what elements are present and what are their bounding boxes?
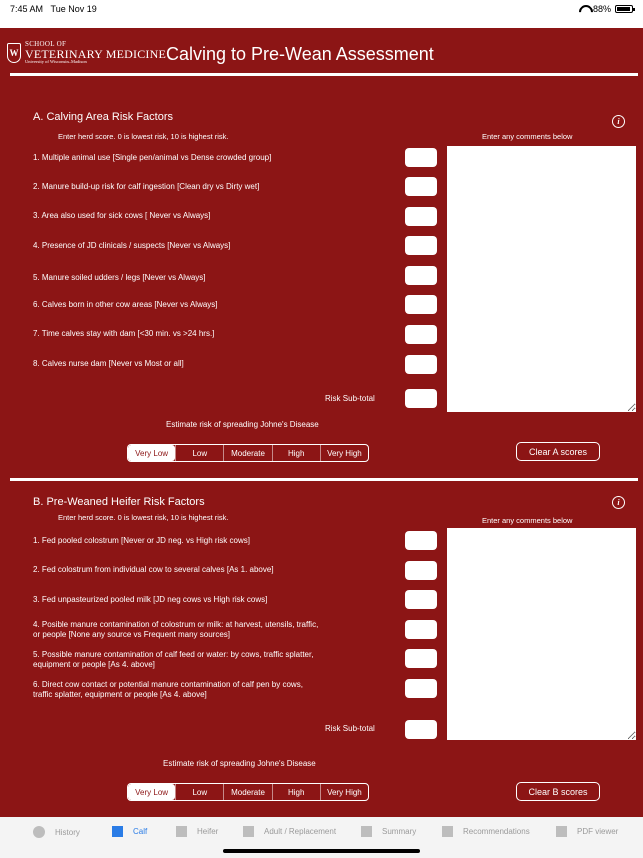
section-a-risk-moderate[interactable]: Moderate [223,445,271,461]
section-a-score-6[interactable] [405,295,437,314]
square-icon [556,826,567,837]
section-b-score-5[interactable] [405,649,437,668]
section-a-risk-high[interactable]: High [271,445,320,461]
section-b-score-3[interactable] [405,590,437,609]
square-icon [442,826,453,837]
section-b-question-2: 2. Fed colostrum from individual cow to … [33,565,274,574]
square-icon [112,826,123,837]
clear-a-scores-button[interactable]: Clear A scores [516,442,600,461]
section-b-hint: Enter herd score. 0 is lowest risk, 10 i… [58,513,229,522]
page-title: Calving to Pre-Wean Assessment [166,44,434,64]
tab-calf[interactable]: Calf [112,826,147,837]
section-b-risk-selector: Very Low Low Moderate High Very High [127,783,369,801]
section-a-score-5[interactable] [405,266,437,285]
tab-pdf-viewer[interactable]: PDF viewer [556,826,618,837]
section-b-subtotal-label: Risk Sub-total [325,724,375,733]
tab-heifer[interactable]: Heifer [176,826,218,837]
section-b-question-3: 3. Fed unpasteurized pooled milk [JD neg… [33,595,268,604]
section-b-score-2[interactable] [405,561,437,580]
section-a-question-8: 8. Calves nurse dam [Never vs Most or al… [33,359,184,368]
section-a-question-5: 5. Manure soiled udders / legs [Never vs… [33,273,206,282]
section-b-question-5: 5. Possible manure contamination of calf… [33,650,314,669]
header-divider [10,73,638,76]
section-b-question-6: 6. Direct cow contact or potential manur… [33,680,303,699]
section-a-score-2[interactable] [405,177,437,196]
section-b-risk-low[interactable]: Low [175,784,223,800]
section-a-risk-very-low[interactable]: Very Low [128,445,176,461]
section-b-comments-hint: Enter any comments below [482,516,573,525]
section-a-subtotal-field[interactable] [405,389,437,408]
crest-icon: W [7,42,21,63]
section-b-title: B. Pre-Weaned Heifer Risk Factors [33,496,205,508]
section-a-question-6: 6. Calves born in other cow areas [Never… [33,300,218,309]
section-a-score-7[interactable] [405,325,437,344]
tab-recommendations[interactable]: Recommendations [442,826,530,837]
section-a-score-1[interactable] [405,148,437,167]
section-a-question-4: 4. Presence of JD clinicals / suspects [… [33,241,231,250]
tab-adult-replacement[interactable]: Adult / Replacement [243,826,336,837]
battery-icon [615,5,635,13]
section-a-question-7: 7. Time calves stay with dam [<30 min. v… [33,329,215,338]
wifi-icon [579,5,589,13]
info-icon[interactable]: i [612,115,625,128]
status-time: 7:45 AM Tue Nov 19 [10,4,97,14]
section-a-risk-very-high[interactable]: Very High [319,445,368,461]
section-b-score-1[interactable] [405,531,437,550]
section-a-score-4[interactable] [405,236,437,255]
section-divider [10,478,638,481]
home-indicator [223,849,420,853]
square-icon [176,826,187,837]
circle-icon [33,826,45,838]
info-icon[interactable]: i [612,496,625,509]
section-b-risk-very-low[interactable]: Very Low [128,784,176,800]
section-b-risk-high[interactable]: High [271,784,320,800]
tab-summary[interactable]: Summary [361,826,416,837]
section-b-risk-moderate[interactable]: Moderate [223,784,271,800]
section-a-question-2: 2. Manure build-up risk for calf ingesti… [33,182,260,191]
section-b-estimate-label: Estimate risk of spreading Johne's Disea… [163,759,316,768]
section-a-subtotal-label: Risk Sub-total [325,394,375,403]
status-bar: 7:45 AM Tue Nov 19 88% [0,0,643,28]
clear-b-scores-button[interactable]: Clear B scores [516,782,600,801]
section-a-title: A. Calving Area Risk Factors [33,111,173,123]
section-b-question-1: 1. Fed pooled colostrum [Never or JD neg… [33,536,250,545]
section-a-score-3[interactable] [405,207,437,226]
section-a-comments[interactable] [447,146,636,412]
square-icon [243,826,254,837]
section-a-comments-hint: Enter any comments below [482,132,573,141]
section-b-question-4: 4. Posible manure contamination of colos… [33,620,319,639]
section-a-hint: Enter herd score. 0 is lowest risk, 10 i… [58,132,229,141]
section-a-score-8[interactable] [405,355,437,374]
app-header: W SCHOOL OF VETERINARY MEDICINE Universi… [0,28,643,78]
section-b-score-6[interactable] [405,679,437,698]
section-b-score-4[interactable] [405,620,437,639]
tab-history[interactable]: History [33,826,80,838]
school-logo: W SCHOOL OF VETERINARY MEDICINE Universi… [7,41,166,65]
section-a-risk-low[interactable]: Low [175,445,223,461]
section-a-question-1: 1. Multiple animal use [Single pen/anima… [33,153,272,162]
section-b-comments[interactable] [447,528,636,740]
section-a-risk-selector: Very Low Low Moderate High Very High [127,444,369,462]
battery-percent: 88% [592,4,611,14]
section-b-risk-very-high[interactable]: Very High [319,784,368,800]
section-a-estimate-label: Estimate risk of spreading Johne's Disea… [166,420,319,429]
section-b-subtotal-field[interactable] [405,720,437,739]
section-a-question-3: 3. Area also used for sick cows [ Never … [33,211,211,220]
square-icon [361,826,372,837]
